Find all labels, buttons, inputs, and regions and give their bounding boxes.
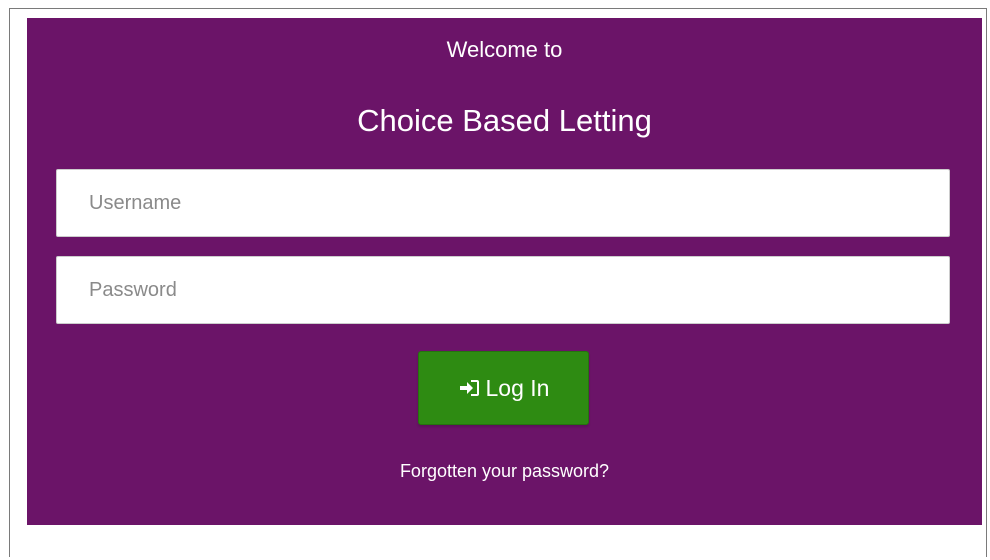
sign-in-icon [458, 378, 480, 398]
password-input[interactable] [56, 256, 950, 324]
page-title: Choice Based Letting [357, 103, 652, 138]
welcome-text: Welcome to [446, 37, 563, 62]
login-button-label: Log In [485, 374, 550, 401]
login-button[interactable]: Log In [418, 351, 589, 425]
forgot-password-link[interactable]: Forgotten your password? [27, 459, 982, 483]
username-input[interactable] [56, 169, 950, 237]
login-panel: Welcome to Choice Based Letting Log In F… [27, 18, 982, 525]
